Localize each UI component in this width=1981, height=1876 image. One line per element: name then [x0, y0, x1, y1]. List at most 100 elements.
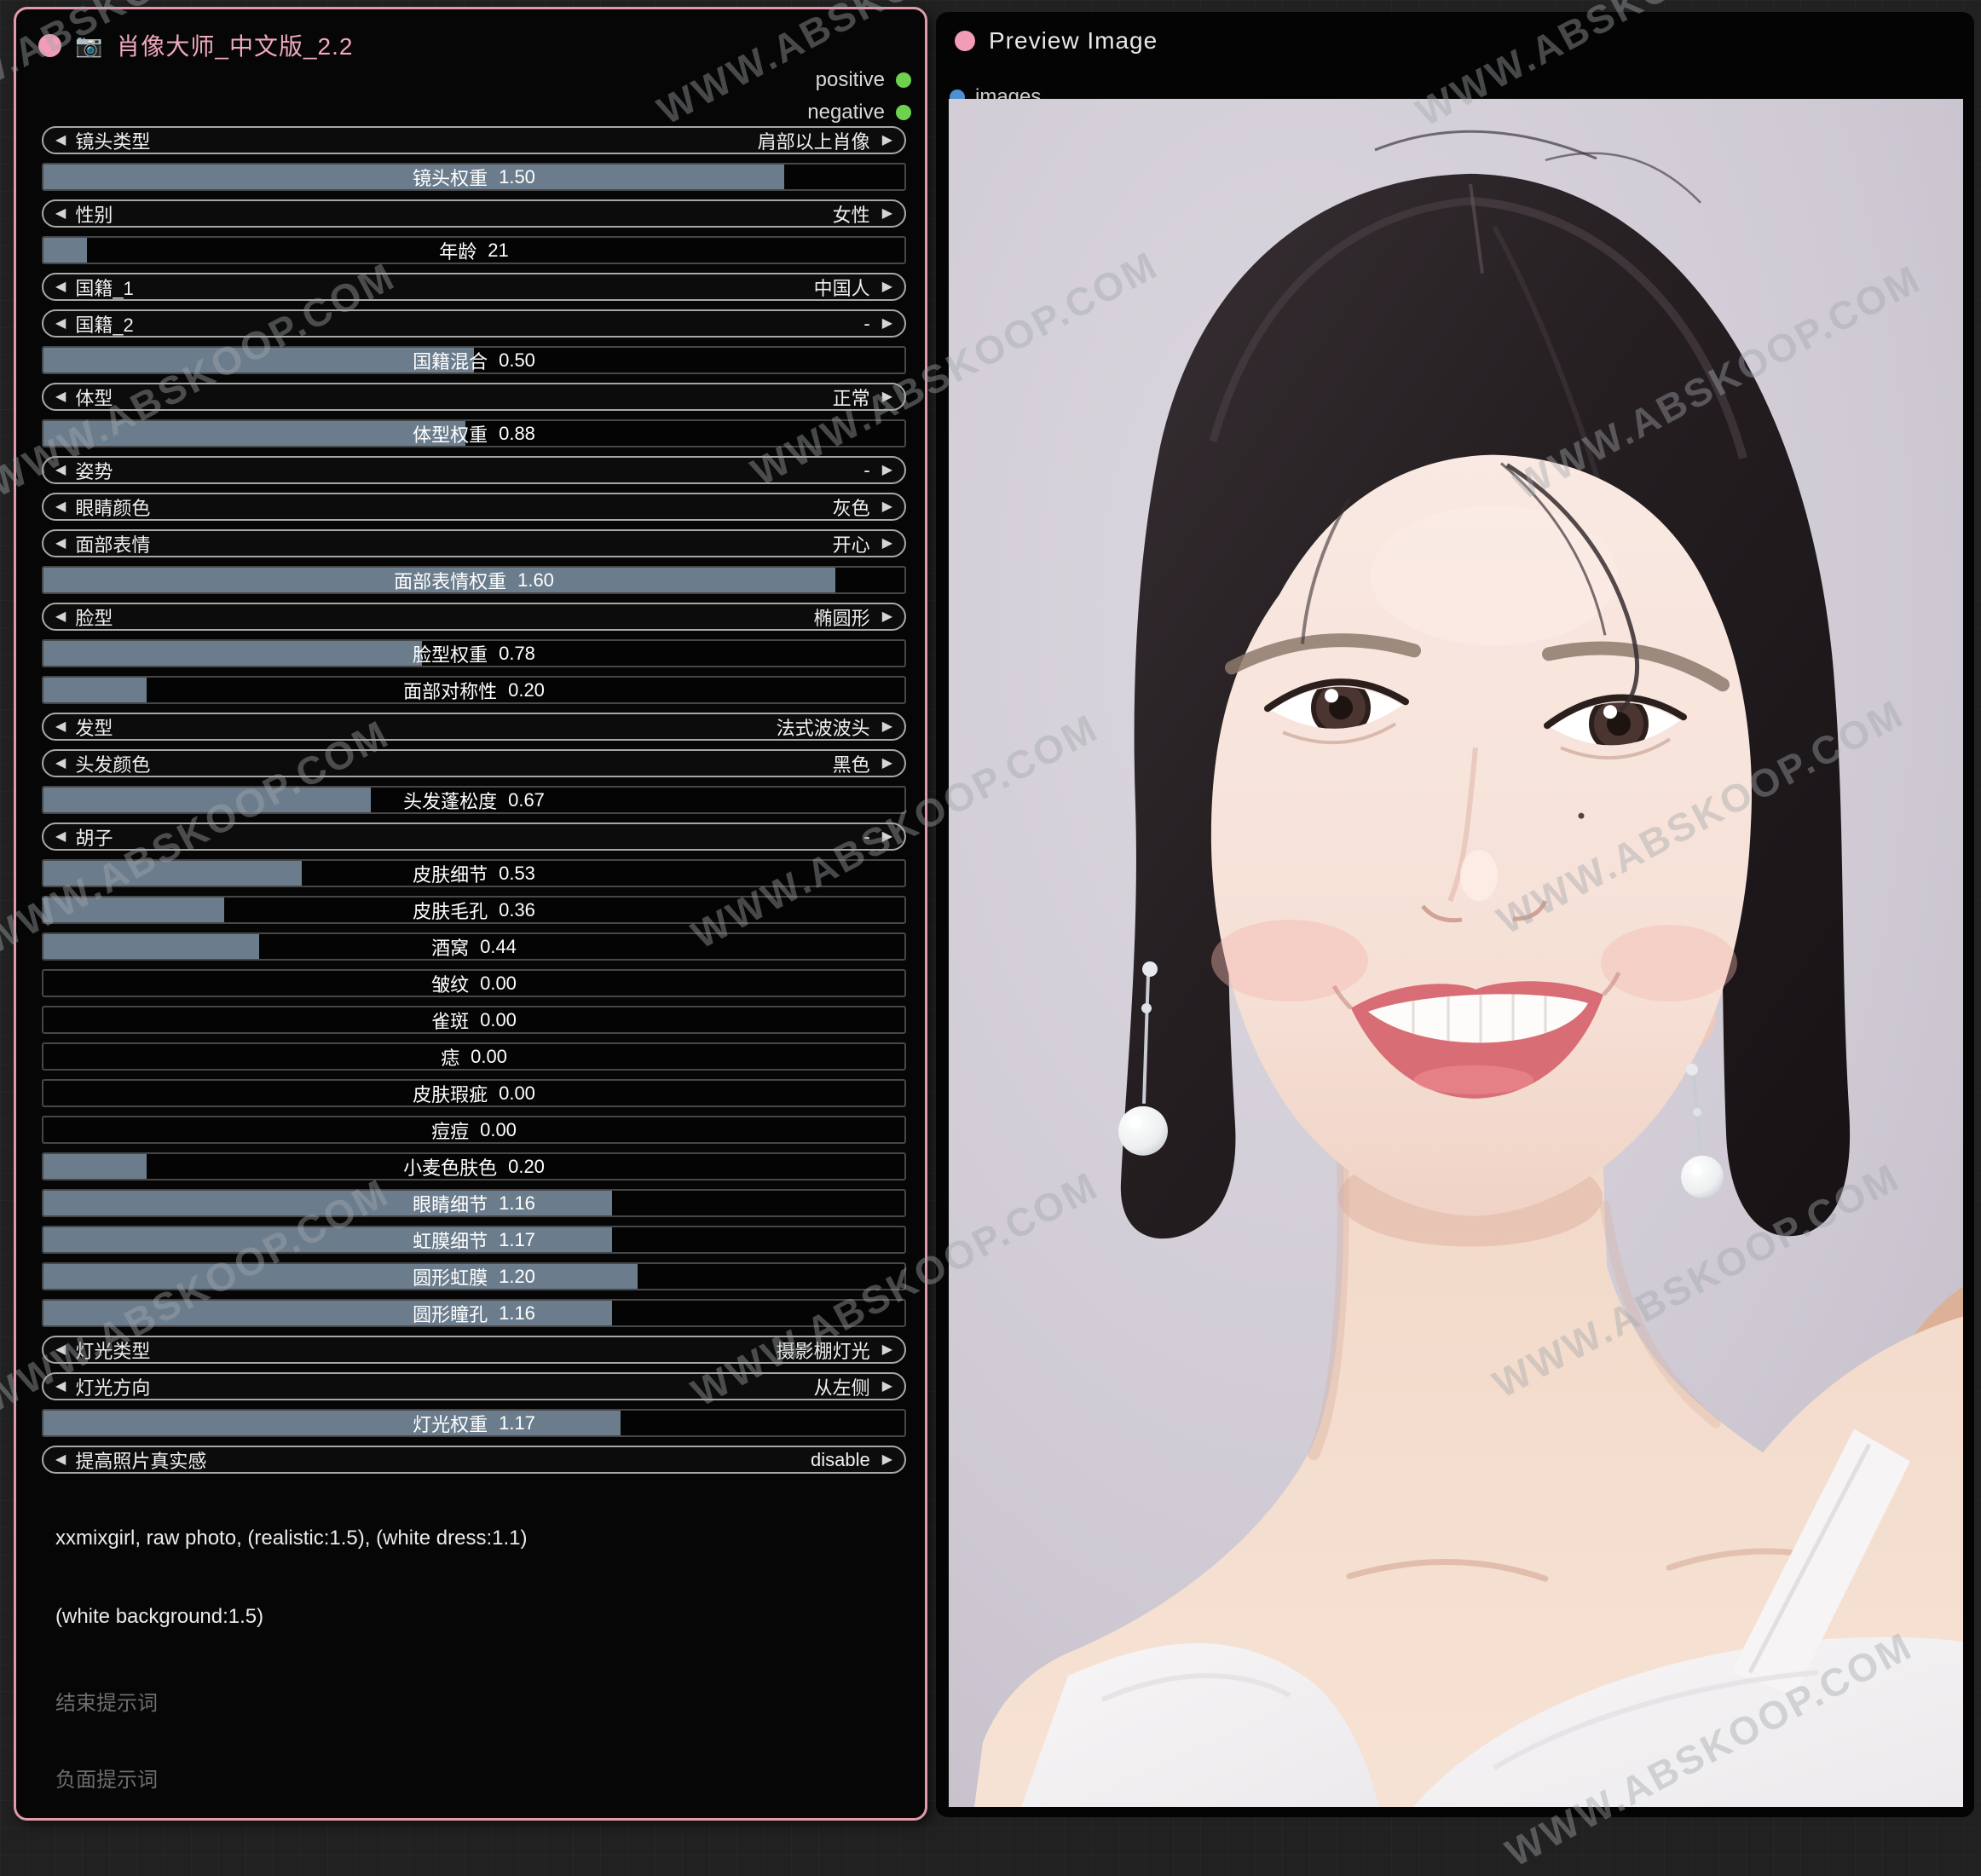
combo-value: 中国人 — [814, 274, 882, 301]
slider-label: 头发蓬松度 — [403, 787, 497, 814]
combo-widget-9[interactable]: ◀姿势-▶ — [42, 456, 906, 484]
node-collapse-dot[interactable] — [955, 31, 975, 51]
combo-widget-11[interactable]: ◀面部表情开心▶ — [42, 529, 906, 557]
combo-value: - — [863, 313, 881, 335]
combo-widget-36[interactable]: ◀提高照片真实感disable▶ — [42, 1446, 906, 1474]
combo-left-arrow-icon[interactable]: ◀ — [55, 757, 66, 771]
output-slot-icon[interactable] — [896, 72, 911, 88]
slider-label: 年龄 — [439, 237, 476, 264]
slider-widget-22[interactable]: 酒窝0.44 — [42, 932, 906, 961]
combo-right-arrow-icon[interactable]: ▶ — [882, 280, 892, 294]
output-negative[interactable]: negative — [807, 96, 911, 129]
combo-widget-10[interactable]: ◀眼睛颜色灰色▶ — [42, 493, 906, 521]
portrait-master-node[interactable]: 📷 肖像大师_中文版_2.2 positive negative ◀镜头类型肩部… — [14, 7, 927, 1821]
slider-value: 0.00 — [499, 1082, 535, 1105]
slider-widget-8[interactable]: 体型权重0.88 — [42, 419, 906, 447]
slider-widget-15[interactable]: 面部对称性0.20 — [42, 676, 906, 704]
slider-widget-31[interactable]: 圆形虹膜1.20 — [42, 1262, 906, 1290]
slider-widget-23[interactable]: 皱纹0.00 — [42, 969, 906, 997]
slider-label: 镜头权重 — [413, 164, 488, 191]
slider-widget-21[interactable]: 皮肤毛孔0.36 — [42, 896, 906, 924]
combo-left-arrow-icon[interactable]: ◀ — [55, 1343, 66, 1357]
slider-widget-35[interactable]: 灯光权重1.17 — [42, 1409, 906, 1437]
combo-left-arrow-icon[interactable]: ◀ — [55, 610, 66, 624]
end-prompt-placeholder[interactable]: 结束提示词 — [55, 1690, 896, 1717]
combo-left-arrow-icon[interactable]: ◀ — [55, 464, 66, 477]
combo-right-arrow-icon[interactable]: ▶ — [882, 500, 892, 514]
combo-left-arrow-icon[interactable]: ◀ — [55, 830, 66, 844]
combo-right-arrow-icon[interactable]: ▶ — [882, 537, 892, 551]
combo-right-arrow-icon[interactable]: ▶ — [882, 390, 892, 404]
slider-widget-25[interactable]: 痣0.00 — [42, 1042, 906, 1071]
slider-value: 0.36 — [499, 899, 535, 921]
combo-right-arrow-icon[interactable]: ▶ — [882, 317, 892, 331]
output-label: positive — [816, 68, 885, 92]
camera-icon: 📷 — [75, 34, 102, 56]
slider-label: 脸型权重 — [413, 640, 488, 667]
slider-text: 眼睛细节1.16 — [43, 1191, 904, 1215]
combo-widget-5[interactable]: ◀国籍_2-▶ — [42, 309, 906, 338]
preview-image-node[interactable]: Preview Image images — [936, 12, 1974, 1817]
combo-right-arrow-icon[interactable]: ▶ — [882, 207, 892, 221]
slider-widget-29[interactable]: 眼睛细节1.16 — [42, 1189, 906, 1217]
combo-right-arrow-icon[interactable]: ▶ — [882, 1343, 892, 1357]
combo-right-arrow-icon[interactable]: ▶ — [882, 830, 892, 844]
prompt-text-input[interactable]: xxmixgirl, raw photo, (realistic:1.5), (… — [55, 1525, 896, 1551]
slider-widget-24[interactable]: 雀斑0.00 — [42, 1006, 906, 1034]
slider-widget-1[interactable]: 镜头权重1.50 — [42, 163, 906, 191]
slider-widget-26[interactable]: 皮肤瑕疵0.00 — [42, 1079, 906, 1107]
node-title-bar[interactable]: 📷 肖像大师_中文版_2.2 — [38, 28, 353, 62]
slider-widget-18[interactable]: 头发蓬松度0.67 — [42, 786, 906, 814]
combo-right-arrow-icon[interactable]: ▶ — [882, 464, 892, 477]
combo-widget-16[interactable]: ◀发型法式波波头▶ — [42, 713, 906, 741]
combo-widget-0[interactable]: ◀镜头类型肩部以上肖像▶ — [42, 126, 906, 154]
combo-widget-34[interactable]: ◀灯光方向从左侧▶ — [42, 1372, 906, 1400]
combo-value: 女性 — [833, 200, 882, 228]
combo-right-arrow-icon[interactable]: ▶ — [882, 610, 892, 624]
combo-left-arrow-icon[interactable]: ◀ — [55, 280, 66, 294]
prompt-text-input-2[interactable]: (white background:1.5) — [55, 1603, 896, 1630]
slider-widget-14[interactable]: 脸型权重0.78 — [42, 639, 906, 667]
combo-right-arrow-icon[interactable]: ▶ — [882, 720, 892, 734]
combo-right-arrow-icon[interactable]: ▶ — [882, 134, 892, 147]
combo-right-arrow-icon[interactable]: ▶ — [882, 757, 892, 771]
combo-widget-17[interactable]: ◀头发颜色黑色▶ — [42, 749, 906, 777]
output-positive[interactable]: positive — [807, 64, 911, 96]
combo-left-arrow-icon[interactable]: ◀ — [55, 537, 66, 551]
slider-widget-3[interactable]: 年龄21 — [42, 236, 906, 264]
output-slot-icon[interactable] — [896, 105, 911, 120]
combo-widget-4[interactable]: ◀国籍_1中国人▶ — [42, 273, 906, 301]
slider-widget-12[interactable]: 面部表情权重1.60 — [42, 566, 906, 594]
combo-label: 眼睛颜色 — [75, 494, 150, 521]
combo-left-arrow-icon[interactable]: ◀ — [55, 134, 66, 147]
slider-widget-32[interactable]: 圆形瞳孔1.16 — [42, 1299, 906, 1327]
combo-left-arrow-icon[interactable]: ◀ — [55, 390, 66, 404]
slider-text: 痣0.00 — [43, 1044, 904, 1069]
slider-widget-6[interactable]: 国籍混合0.50 — [42, 346, 906, 374]
slider-value: 0.20 — [508, 1156, 545, 1178]
slider-widget-27[interactable]: 痘痘0.00 — [42, 1116, 906, 1144]
slider-widget-28[interactable]: 小麦色肤色0.20 — [42, 1152, 906, 1180]
slider-label: 灯光权重 — [413, 1410, 488, 1437]
combo-right-arrow-icon[interactable]: ▶ — [882, 1380, 892, 1394]
node-title-bar[interactable]: Preview Image — [955, 27, 1158, 55]
combo-left-arrow-icon[interactable]: ◀ — [55, 720, 66, 734]
combo-left-arrow-icon[interactable]: ◀ — [55, 1453, 66, 1467]
combo-left-arrow-icon[interactable]: ◀ — [55, 317, 66, 331]
combo-widget-19[interactable]: ◀胡子-▶ — [42, 823, 906, 851]
combo-right-arrow-icon[interactable]: ▶ — [882, 1453, 892, 1467]
slider-widget-30[interactable]: 虹膜细节1.17 — [42, 1226, 906, 1254]
combo-left-arrow-icon[interactable]: ◀ — [55, 207, 66, 221]
combo-left-arrow-icon[interactable]: ◀ — [55, 1380, 66, 1394]
slider-widget-20[interactable]: 皮肤细节0.53 — [42, 859, 906, 887]
combo-widget-7[interactable]: ◀体型正常▶ — [42, 383, 906, 411]
node-collapse-dot[interactable] — [38, 34, 61, 57]
combo-widget-33[interactable]: ◀灯光类型摄影棚灯光▶ — [42, 1336, 906, 1364]
negative-prompt-placeholder[interactable]: 负面提示词 — [55, 1767, 896, 1793]
combo-widget-2[interactable]: ◀性别女性▶ — [42, 199, 906, 228]
slider-label: 圆形虹膜 — [413, 1263, 488, 1290]
combo-widget-13[interactable]: ◀脸型椭圆形▶ — [42, 603, 906, 631]
combo-label: 提高照片真实感 — [75, 1446, 206, 1474]
slider-text: 圆形瞳孔1.16 — [43, 1301, 904, 1325]
combo-left-arrow-icon[interactable]: ◀ — [55, 500, 66, 514]
